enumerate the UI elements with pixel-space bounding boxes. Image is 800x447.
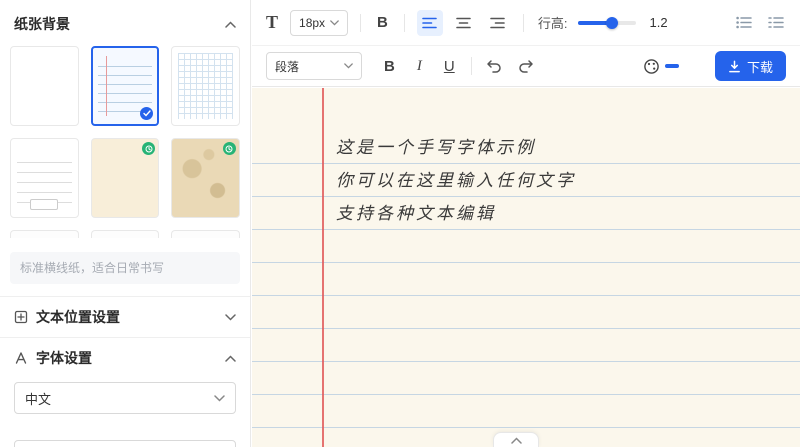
paper-description: 标准横线纸，适合日常书写 [10,252,240,284]
download-label: 下载 [747,57,773,76]
toolbar-row-2: 段落 B I U 下载 [252,46,800,87]
font-size-value: 18px [299,16,325,30]
paper-thumbnail-gray-ruled[interactable] [10,138,79,218]
section-font-settings[interactable]: 字体设置 [0,338,250,378]
language-select[interactable]: 中文 [14,382,236,414]
position-icon [14,310,28,324]
handwriting-line: 支持各种文本编辑 [336,198,576,231]
slider-thumb[interactable] [606,17,618,29]
current-color-swatch [665,64,679,68]
paper-thumbnail-blank[interactable] [10,46,79,126]
selected-check-icon [140,107,153,120]
sidebar: 纸张背景 [0,0,251,447]
download-button[interactable]: 下载 [715,51,786,81]
bold-button[interactable]: B [380,56,399,77]
paragraph-select-value: 段落 [275,58,299,75]
divider [523,14,524,32]
paper-thumbnail-partial[interactable] [171,230,240,238]
handwriting-line: 这是一个手写字体示例 [336,132,576,165]
premium-badge-icon [223,142,236,155]
font-size-select[interactable]: 18px [290,10,348,36]
paper-thumbnail-ruled-selected[interactable] [91,46,160,126]
language-select-value: 中文 [25,389,51,408]
paragraph-select[interactable]: 段落 [266,52,362,80]
collapse-panel-button[interactable] [493,432,539,447]
paper-section-title: 纸张背景 [14,14,70,34]
paper-thumbnail-vintage[interactable] [171,138,240,218]
redo-button[interactable] [516,57,536,75]
margin-line-preview [106,56,107,116]
text-color-palette-button[interactable] [641,56,681,77]
line-height-value: 1.2 [650,15,668,30]
bold-button[interactable]: B [373,12,392,33]
paper-thumbnail-grid-paper[interactable] [171,46,240,126]
premium-badge-icon [142,142,155,155]
italic-button[interactable]: I [413,56,426,77]
text-size-icon: T [266,12,278,33]
paper-thumbnail-grid [0,42,250,238]
underline-button[interactable]: U [440,56,459,77]
grid-preview [178,53,233,119]
download-icon [728,60,741,73]
section-label: 字体设置 [36,348,225,368]
red-margin-line [322,88,324,447]
align-left-button[interactable] [417,10,443,36]
handwriting-simulator-app: 纸张背景 [0,0,800,447]
handwriting-text[interactable]: 这是一个手写字体示例 你可以在这里输入任何文字 支持各种文本编辑 [336,132,576,231]
align-right-button[interactable] [485,10,511,36]
chevron-up-icon [225,21,236,28]
chevron-down-icon [330,20,339,26]
paper-background-section-header[interactable]: 纸张背景 [0,0,250,42]
chevron-down-icon [344,63,353,69]
chevron-down-icon [225,314,236,321]
font-icon [14,351,28,365]
align-group [417,10,511,36]
toolbar-row-1: T 18px B 行高: [252,0,800,46]
label-box-preview [30,199,58,210]
palette-icon [643,58,660,75]
divider [360,14,361,32]
line-height-label: 行高: [538,13,568,32]
section-label: 文本位置设置 [36,307,225,327]
line-height-slider[interactable] [578,16,636,30]
numbered-list-button[interactable] [766,14,786,31]
paper-thumbnail-cream[interactable] [91,138,160,218]
chevron-up-icon [511,437,522,444]
paper-canvas[interactable]: 这是一个手写字体示例 你可以在这里输入任何文字 支持各种文本编辑 [252,88,800,447]
align-center-button[interactable] [451,10,477,36]
editor-main: T 18px B 行高: [252,0,800,447]
undo-button[interactable] [484,57,504,75]
chevron-up-icon [225,355,236,362]
handwriting-line: 你可以在这里输入任何文字 [336,165,576,198]
divider [404,14,405,32]
divider [471,57,472,75]
paper-thumbnail-partial[interactable] [10,230,79,238]
font-family-select-partial[interactable] [14,440,236,447]
bullet-list-button[interactable] [734,14,754,31]
chevron-down-icon [214,395,225,402]
paper-thumbnail-partial[interactable] [91,230,160,238]
section-text-position[interactable]: 文本位置设置 [0,297,250,337]
